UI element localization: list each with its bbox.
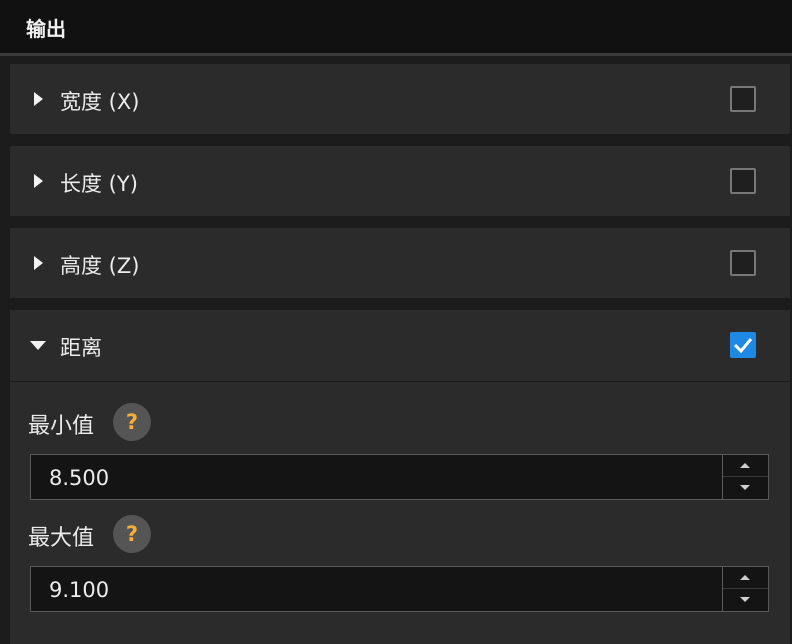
panel-title: 输出 [26,17,66,41]
length-y-checkbox[interactable] [730,168,756,194]
spin-buttons [722,567,768,611]
decrement-button[interactable] [723,589,768,611]
width-x-checkbox[interactable] [730,86,756,112]
section-label: 长度 (Y) [60,172,138,196]
increment-button[interactable] [723,455,768,477]
arrow-down-icon [740,597,750,602]
section-width-x[interactable]: 宽度 (X) [10,64,790,134]
checkmark-icon [733,338,753,354]
section-label: 距离 [60,336,102,360]
section-distance[interactable]: 距离 [10,310,790,382]
max-value-label: 最大值 [28,526,95,551]
help-icon[interactable]: ? [113,515,151,553]
arrow-up-icon [740,575,750,580]
caret-right-icon[interactable] [34,256,43,270]
distance-settings: 最小值 ? 8.500 最大值 ? 9.100 [10,382,790,644]
section-length-y[interactable]: 长度 (Y) [10,146,790,216]
max-value-spinbox[interactable]: 9.100 [30,566,769,612]
min-value-input[interactable]: 8.500 [49,466,109,490]
section-label: 高度 (Z) [60,254,140,278]
min-value-spinbox[interactable]: 8.500 [30,454,769,500]
panel-header: 输出 [0,0,792,56]
caret-down-icon[interactable] [30,341,46,350]
spin-buttons [722,455,768,499]
caret-right-icon[interactable] [34,92,43,106]
caret-right-icon[interactable] [34,174,43,188]
section-height-z[interactable]: 高度 (Z) [10,228,790,298]
decrement-button[interactable] [723,477,768,499]
arrow-up-icon [740,463,750,468]
max-value-input[interactable]: 9.100 [49,578,109,602]
height-z-checkbox[interactable] [730,250,756,276]
arrow-down-icon [740,485,750,490]
increment-button[interactable] [723,567,768,589]
min-value-label: 最小值 [28,414,95,439]
output-panel: 输出 宽度 (X) 长度 (Y) 高度 (Z) 距离 最小值 ? 8.500 最… [0,0,792,644]
distance-checkbox[interactable] [730,332,756,358]
help-icon[interactable]: ? [113,403,151,441]
section-label: 宽度 (X) [60,90,140,114]
